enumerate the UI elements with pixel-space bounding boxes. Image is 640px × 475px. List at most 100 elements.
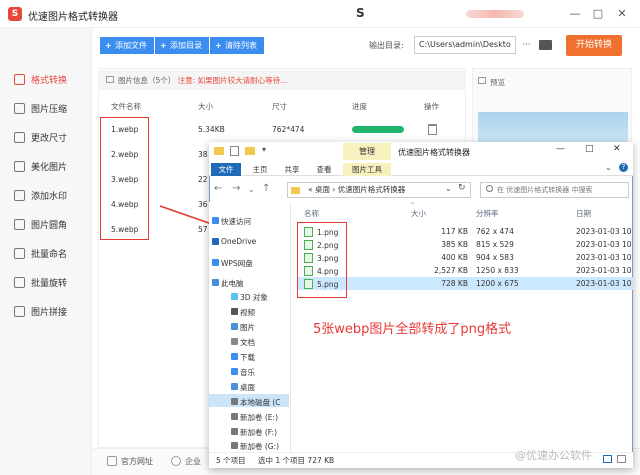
sidebar-item-stitch[interactable]: 图片拼接 xyxy=(14,299,92,323)
folder-icon[interactable] xyxy=(539,40,552,50)
address-bar[interactable]: « 桌面 › 优速图片格式转换器 xyxy=(287,182,471,198)
sort-chevron-icon: ^ xyxy=(410,202,416,209)
minimize-icon[interactable]: — xyxy=(568,7,582,20)
explorer-close-icon[interactable]: ✕ xyxy=(613,144,621,154)
col-date[interactable]: 日期 xyxy=(576,208,591,219)
search-input[interactable]: 在 优速图片格式转换器 中搜索 xyxy=(480,182,629,198)
nav-volume-g[interactable]: 新加卷 (G:) xyxy=(231,441,279,452)
up-icon[interactable]: ↑ xyxy=(262,183,270,194)
manage-tab[interactable]: 管理 xyxy=(343,143,391,160)
sidebar-item-label: 图片拼接 xyxy=(31,307,68,318)
sidebar-item-round-corner[interactable]: 图片圆角 xyxy=(14,212,92,236)
breadcrumb-folder[interactable]: 优速图片格式转换器 xyxy=(338,185,406,194)
ribbon-expand-icon[interactable]: ⌄ xyxy=(605,163,612,172)
col-size[interactable]: 大小 xyxy=(411,208,426,219)
clear-list-button[interactable]: 清除列表 xyxy=(210,37,264,54)
refresh-icon[interactable]: ↻ xyxy=(458,183,466,193)
tab-home[interactable]: 主页 xyxy=(250,163,270,176)
nav-volume-e[interactable]: 新加卷 (E:) xyxy=(231,412,279,423)
help-icon[interactable]: ? xyxy=(619,163,628,172)
file-resolution: 815 x 529 xyxy=(476,240,514,249)
tiles-view-icon[interactable] xyxy=(617,455,626,463)
selection-info: 选中 1 个项目 727 KB xyxy=(258,456,335,465)
nav-label: 3D 对象 xyxy=(240,293,268,302)
nav-volume-f[interactable]: 新加卷 (F:) xyxy=(231,427,277,438)
nav-label: OneDrive xyxy=(221,237,257,246)
file-info: 图片信息（5个） 注意: 如果图片较大请耐心等待... xyxy=(118,75,287,86)
trash-icon[interactable] xyxy=(428,124,437,135)
table-row-size: 22 xyxy=(198,175,208,184)
col-resolution[interactable]: 分辨率 xyxy=(476,208,499,219)
file-size: 2,527 KB xyxy=(434,266,468,275)
sidebar-item-format-convert[interactable]: 格式转换 xyxy=(14,67,92,91)
sidebar-item-beautify[interactable]: 美化图片 xyxy=(14,154,92,178)
close-icon[interactable]: ✕ xyxy=(615,7,629,20)
properties-icon[interactable] xyxy=(230,146,239,156)
nav-3d[interactable]: 3D 对象 xyxy=(231,292,268,303)
file-size: 400 KB xyxy=(441,253,468,262)
drive-icon xyxy=(231,442,238,449)
nav-label: 图片 xyxy=(240,323,255,332)
address-dropdown-icon[interactable]: ⌄ xyxy=(445,184,452,193)
explorer-maximize-icon[interactable]: □ xyxy=(585,144,594,154)
file-size: 728 KB xyxy=(441,279,468,288)
tab-share[interactable]: 共享 xyxy=(282,163,302,176)
search-icon xyxy=(486,185,493,192)
tab-picture-tools[interactable]: 图片工具 xyxy=(343,163,391,176)
nav-video[interactable]: 视频 xyxy=(231,307,255,318)
file-count-text: 图片信息（5个） xyxy=(118,76,176,85)
maximize-icon[interactable]: □ xyxy=(591,7,605,20)
forward-icon[interactable]: → xyxy=(232,183,240,194)
ribbon-bar xyxy=(209,162,633,176)
nav-music[interactable]: 音乐 xyxy=(231,367,255,378)
more-options-icon[interactable]: ··· xyxy=(522,40,531,50)
nav-desktop[interactable]: 桌面 xyxy=(231,382,255,393)
recent-dropdown-icon[interactable]: ⌄ xyxy=(248,185,255,194)
back-icon[interactable]: ← xyxy=(214,183,222,194)
quick-access-dropdown-icon[interactable]: ▾ xyxy=(262,145,266,154)
official-site-link[interactable]: 官方网址 xyxy=(121,456,153,467)
music-icon xyxy=(231,368,238,375)
col-action: 操作 xyxy=(424,102,439,111)
explorer-minimize-icon[interactable]: — xyxy=(556,144,565,154)
col-dims: 尺寸 xyxy=(272,102,287,111)
new-folder-icon[interactable] xyxy=(245,147,255,155)
details-view-icon[interactable] xyxy=(603,455,612,463)
preview-label: 预览 xyxy=(490,78,505,87)
tab-file[interactable]: 文件 xyxy=(211,163,241,176)
sidebar-item-label: 美化图片 xyxy=(31,162,68,173)
sidebar-item-compress[interactable]: 图片压缩 xyxy=(14,96,92,120)
start-convert-button[interactable]: 开始转换 xyxy=(566,35,622,56)
file-date: 2023-01-03 10 xyxy=(576,227,632,236)
nav-documents[interactable]: 文档 xyxy=(231,337,255,348)
nav-label: 文档 xyxy=(240,338,255,347)
stitch-icon xyxy=(14,305,25,317)
nav-this-pc[interactable]: 此电脑 xyxy=(212,278,244,289)
breadcrumb-desktop[interactable]: 桌面 xyxy=(315,185,330,194)
nav-downloads[interactable]: 下载 xyxy=(231,352,255,363)
nav-quick-access[interactable]: 快速访问 xyxy=(212,216,251,227)
nav-label: 本地磁盘 (C xyxy=(240,398,281,407)
drive-icon xyxy=(231,428,238,435)
format-icon xyxy=(14,73,25,85)
col-name[interactable]: 名称 xyxy=(304,208,319,219)
sidebar-item-batch-rotate[interactable]: 批量旋转 xyxy=(14,270,92,294)
table-row-dims: 762*474 xyxy=(272,125,305,134)
sidebar-item-watermark[interactable]: 添加水印 xyxy=(14,183,92,207)
site-icon xyxy=(107,456,117,466)
nav-onedrive[interactable]: OneDrive xyxy=(212,237,257,246)
nav-pictures[interactable]: 图片 xyxy=(231,322,255,333)
enterprise-link[interactable]: 企业 xyxy=(185,456,201,467)
sidebar-item-resize[interactable]: 更改尺寸 xyxy=(14,125,92,149)
add-file-button[interactable]: 添加文件 xyxy=(100,37,154,54)
explorer-title: 优速图片格式转换器 xyxy=(398,148,470,157)
add-dir-button[interactable]: 添加目录 xyxy=(155,37,209,54)
nav-wps[interactable]: WPS网盘 xyxy=(212,258,253,269)
col-size: 大小 xyxy=(198,102,213,111)
sidebar-item-label: 更改尺寸 xyxy=(31,133,68,144)
sidebar-item-batch-rename[interactable]: 批量命名 xyxy=(14,241,92,265)
tab-view[interactable]: 查看 xyxy=(314,163,334,176)
nav-label: 新加卷 (E:) xyxy=(240,413,279,422)
output-path-field[interactable]: C:\Users\admin\Deskto xyxy=(414,36,516,54)
nav-local-disk-c[interactable]: 本地磁盘 (C xyxy=(231,397,281,408)
